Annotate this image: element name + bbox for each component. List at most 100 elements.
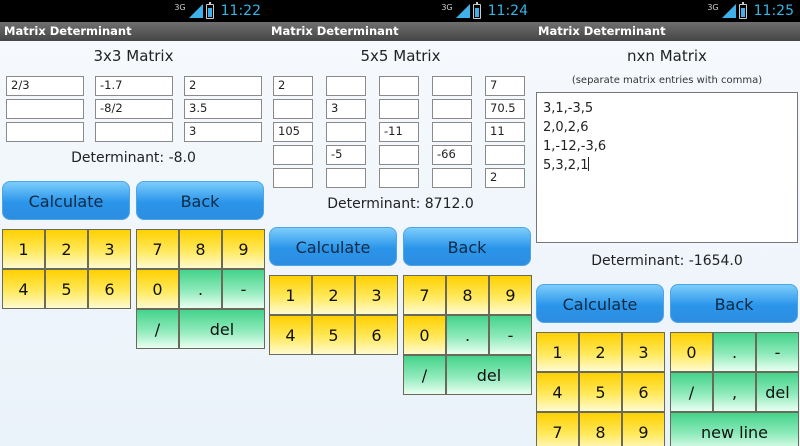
key-3[interactable]: 3 — [88, 229, 131, 269]
key-0[interactable]: 0 — [136, 269, 179, 309]
matrix-cell-1-2[interactable] — [326, 76, 366, 96]
key-4[interactable]: 4 — [2, 269, 45, 309]
key-1[interactable]: 1 — [536, 332, 579, 372]
network-type: 3G — [174, 2, 186, 12]
matrix-cell-4-5[interactable] — [485, 145, 525, 165]
matrix-title: 5x5 Matrix — [360, 47, 441, 65]
key-4[interactable]: 4 — [536, 372, 579, 412]
matrix-cell-2-2[interactable]: 3 — [326, 99, 366, 119]
app-title: Matrix Determinant — [267, 22, 534, 41]
matrix-cell-2-3[interactable] — [379, 99, 419, 119]
key-8[interactable]: 8 — [179, 229, 222, 269]
key-minus[interactable]: - — [756, 332, 799, 372]
screen-nxn: 3G 11:25 Matrix Determinant nxn Matrix (… — [534, 0, 800, 446]
matrix-cell-5-3[interactable] — [379, 168, 419, 188]
key-3[interactable]: 3 — [622, 332, 665, 372]
matrix-cell-2-2[interactable]: -8/2 — [95, 99, 173, 119]
matrix-cell-1-4[interactable] — [432, 76, 472, 96]
key-del[interactable]: del — [756, 372, 799, 412]
text-line: 5,3,2,1 — [543, 156, 797, 175]
key-comma[interactable]: , — [713, 372, 756, 412]
key-1[interactable]: 1 — [2, 229, 45, 269]
key-4[interactable]: 4 — [269, 315, 312, 355]
key-3[interactable]: 3 — [355, 275, 398, 315]
key-minus[interactable]: - — [489, 315, 532, 355]
key-9[interactable]: 9 — [622, 412, 665, 446]
matrix-cell-2-1[interactable] — [273, 99, 313, 119]
key-dot[interactable]: . — [179, 269, 222, 309]
determinant-result: Determinant: -8.0 — [71, 150, 196, 166]
key-slash[interactable]: / — [403, 355, 446, 395]
matrix-cell-4-1[interactable] — [273, 145, 313, 165]
calculate-button[interactable]: Calculate — [2, 181, 130, 220]
key-8[interactable]: 8 — [579, 412, 622, 446]
matrix-cell-4-2[interactable]: -5 — [326, 145, 366, 165]
calculate-button[interactable]: Calculate — [536, 284, 664, 323]
key-5[interactable]: 5 — [45, 269, 88, 309]
key-2[interactable]: 2 — [45, 229, 88, 269]
text-line: 1,-12,-3,6 — [543, 139, 607, 154]
key-6[interactable]: 6 — [355, 315, 398, 355]
matrix-text-input[interactable]: 3,1,-3,5 2,0,2,6 1,-12,-3,6 5,3,2,1 — [536, 92, 798, 243]
matrix-cell-2-3[interactable]: 3.5 — [184, 99, 262, 119]
key-2[interactable]: 2 — [579, 332, 622, 372]
matrix-cell-3-3[interactable]: 3 — [184, 122, 262, 142]
matrix-cell-2-4[interactable] — [432, 99, 472, 119]
matrix-cell-2-5[interactable]: 70.5 — [485, 99, 525, 119]
text-cursor — [588, 157, 590, 171]
matrix-cell-5-1[interactable] — [273, 168, 313, 188]
key-9[interactable]: 9 — [222, 229, 265, 269]
key-del[interactable]: del — [179, 309, 265, 349]
matrix-cell-5-2[interactable] — [326, 168, 366, 188]
back-button[interactable]: Back — [136, 181, 264, 220]
battery-icon — [205, 1, 214, 19]
matrix-cell-1-3[interactable]: 2 — [184, 76, 262, 96]
matrix-cell-3-2[interactable] — [95, 122, 173, 142]
matrix-cell-2-1[interactable] — [6, 99, 84, 119]
key-new-line[interactable]: new line — [670, 412, 799, 446]
key-5[interactable]: 5 — [312, 315, 355, 355]
key-2[interactable]: 2 — [312, 275, 355, 315]
key-6[interactable]: 6 — [622, 372, 665, 412]
key-9[interactable]: 9 — [489, 275, 532, 315]
matrix-cell-1-5[interactable]: 7 — [485, 76, 525, 96]
key-dot[interactable]: . — [713, 332, 756, 372]
matrix-cell-3-2[interactable] — [326, 122, 366, 142]
key-1[interactable]: 1 — [269, 275, 312, 315]
matrix-cell-3-5[interactable]: 11 — [485, 122, 525, 142]
back-button[interactable]: Back — [670, 284, 798, 323]
matrix-title: 3x3 Matrix — [93, 47, 174, 65]
matrix-cell-3-3[interactable]: -11 — [379, 122, 419, 142]
matrix-cell-1-2[interactable]: -1.7 — [95, 76, 173, 96]
matrix-cell-5-4[interactable] — [432, 168, 472, 188]
calculate-button[interactable]: Calculate — [269, 227, 397, 266]
key-del[interactable]: del — [446, 355, 532, 395]
matrix-cell-3-1[interactable] — [6, 122, 84, 142]
key-7[interactable]: 7 — [136, 229, 179, 269]
determinant-result: Determinant: -1654.0 — [591, 253, 743, 269]
key-0[interactable]: 0 — [670, 332, 713, 372]
key-7[interactable]: 7 — [403, 275, 446, 315]
key-slash[interactable]: / — [136, 309, 179, 349]
matrix-cell-1-3[interactable] — [379, 76, 419, 96]
battery-icon — [738, 1, 747, 19]
matrix-cell-1-1[interactable]: 2 — [273, 76, 313, 96]
matrix-cell-3-4[interactable] — [432, 122, 472, 142]
key-6[interactable]: 6 — [88, 269, 131, 309]
key-7[interactable]: 7 — [536, 412, 579, 446]
matrix-cell-4-3[interactable] — [379, 145, 419, 165]
matrix-cell-5-5[interactable]: 2 — [485, 168, 525, 188]
key-0[interactable]: 0 — [403, 315, 446, 355]
screen-5x5: 3G 11:24 Matrix Determinant 5x5 Matrix 2… — [267, 0, 534, 446]
key-slash[interactable]: / — [670, 372, 713, 412]
key-minus[interactable]: - — [222, 269, 265, 309]
matrix-cell-1-1[interactable]: 2/3 — [6, 76, 84, 96]
matrix-title: nxn Matrix — [627, 47, 707, 65]
back-button[interactable]: Back — [403, 227, 531, 266]
matrix-cell-4-4[interactable]: -66 — [432, 145, 472, 165]
network-type: 3G — [707, 2, 719, 12]
key-dot[interactable]: . — [446, 315, 489, 355]
key-5[interactable]: 5 — [579, 372, 622, 412]
key-8[interactable]: 8 — [446, 275, 489, 315]
matrix-cell-3-1[interactable]: 105 — [273, 122, 313, 142]
